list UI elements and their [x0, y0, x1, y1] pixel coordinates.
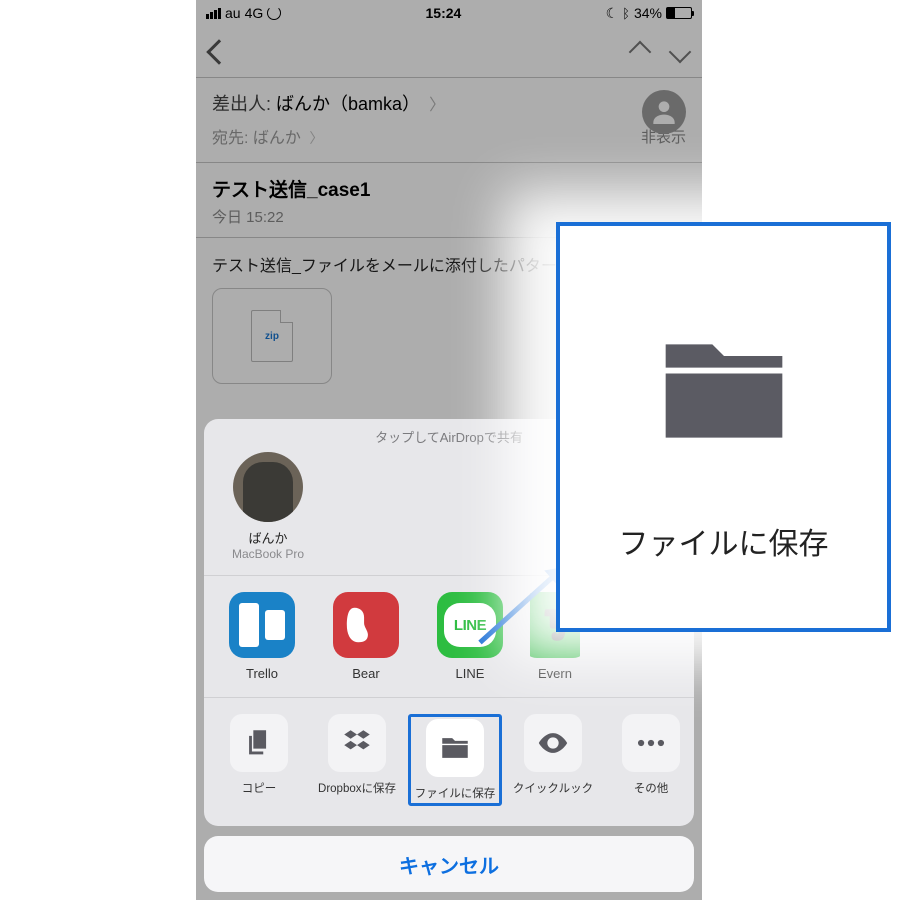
eye-icon — [524, 714, 582, 772]
folder-icon — [426, 719, 484, 777]
mail-header: 差出人: ばんか（bamka） 〉 宛先: ばんか 〉 非表示 — [196, 78, 702, 163]
to-line[interactable]: 宛先: ばんか 〉 — [212, 124, 323, 148]
subject-title: テスト送信_case1 — [212, 175, 686, 202]
callout-panel: ファイルに保存 — [556, 222, 891, 632]
action-quicklook[interactable]: クイックルック — [506, 714, 600, 806]
file-ext: zip — [265, 331, 279, 342]
contact-device: MacBook Pro — [232, 547, 304, 561]
action-dropbox[interactable]: Dropboxに保存 — [310, 714, 404, 806]
copy-icon — [230, 714, 288, 772]
chevron-right-icon: 〉 — [309, 130, 323, 146]
share-app-trello[interactable]: Trello — [218, 592, 306, 681]
battery-icon — [666, 7, 692, 19]
dropbox-icon — [328, 714, 386, 772]
more-icon — [622, 714, 680, 772]
status-bar: au 4G 15:24 ☾ ᛒ 34% — [196, 0, 702, 26]
action-label: コピー — [242, 780, 277, 796]
action-more[interactable]: その他 — [604, 714, 694, 806]
action-copy[interactable]: コピー — [212, 714, 306, 806]
app-label: Evern — [538, 666, 572, 681]
trello-icon — [229, 592, 295, 658]
action-label: その他 — [634, 780, 669, 796]
cancel-button[interactable]: キャンセル — [204, 836, 694, 892]
airdrop-contact[interactable]: ばんか MacBook Pro — [218, 452, 318, 561]
zip-file-icon: zip — [251, 310, 293, 362]
nav-bar — [196, 26, 702, 78]
bluetooth-icon: ᛒ — [622, 6, 630, 21]
callout-label: ファイルに保存 — [619, 519, 829, 563]
action-save-to-files[interactable]: ファイルに保存 — [408, 714, 502, 806]
signal-icon — [206, 8, 221, 19]
app-label: LINE — [456, 666, 485, 681]
sender-avatar[interactable] — [642, 90, 686, 134]
chevron-right-icon: 〉 — [429, 97, 445, 114]
action-label: ファイルに保存 — [415, 785, 496, 801]
bear-icon — [333, 592, 399, 658]
from-label: 差出人: — [212, 94, 271, 114]
clock: 15:24 — [426, 5, 462, 21]
dnd-moon-icon: ☾ — [606, 5, 619, 22]
from-line[interactable]: 差出人: ばんか（bamka） 〉 — [212, 90, 686, 116]
contact-photo — [233, 452, 303, 522]
loading-icon — [267, 6, 281, 20]
app-label: Trello — [246, 666, 278, 681]
network-label: 4G — [245, 5, 264, 21]
action-label: Dropboxに保存 — [318, 780, 396, 796]
share-app-bear[interactable]: Bear — [322, 592, 410, 681]
app-label: Bear — [352, 666, 379, 681]
carrier-label: au — [225, 5, 241, 21]
from-name: ばんか（bamka） — [276, 94, 420, 114]
back-button[interactable] — [206, 39, 231, 64]
prev-message-button[interactable] — [629, 40, 652, 63]
attachment[interactable]: zip — [212, 288, 332, 384]
share-app-line[interactable]: LINE LINE — [426, 592, 514, 681]
line-icon: LINE — [437, 592, 503, 658]
battery-pct: 34% — [634, 5, 662, 21]
folder-icon — [624, 291, 824, 491]
action-label: クイックルック — [513, 780, 593, 796]
to-label: 宛先: — [212, 130, 248, 147]
contact-name: ばんか — [248, 528, 287, 547]
action-row[interactable]: コピー Dropboxに保存 ファイルに保存 — [204, 698, 694, 826]
to-name: ばんか — [253, 130, 301, 147]
next-message-button[interactable] — [669, 40, 692, 63]
